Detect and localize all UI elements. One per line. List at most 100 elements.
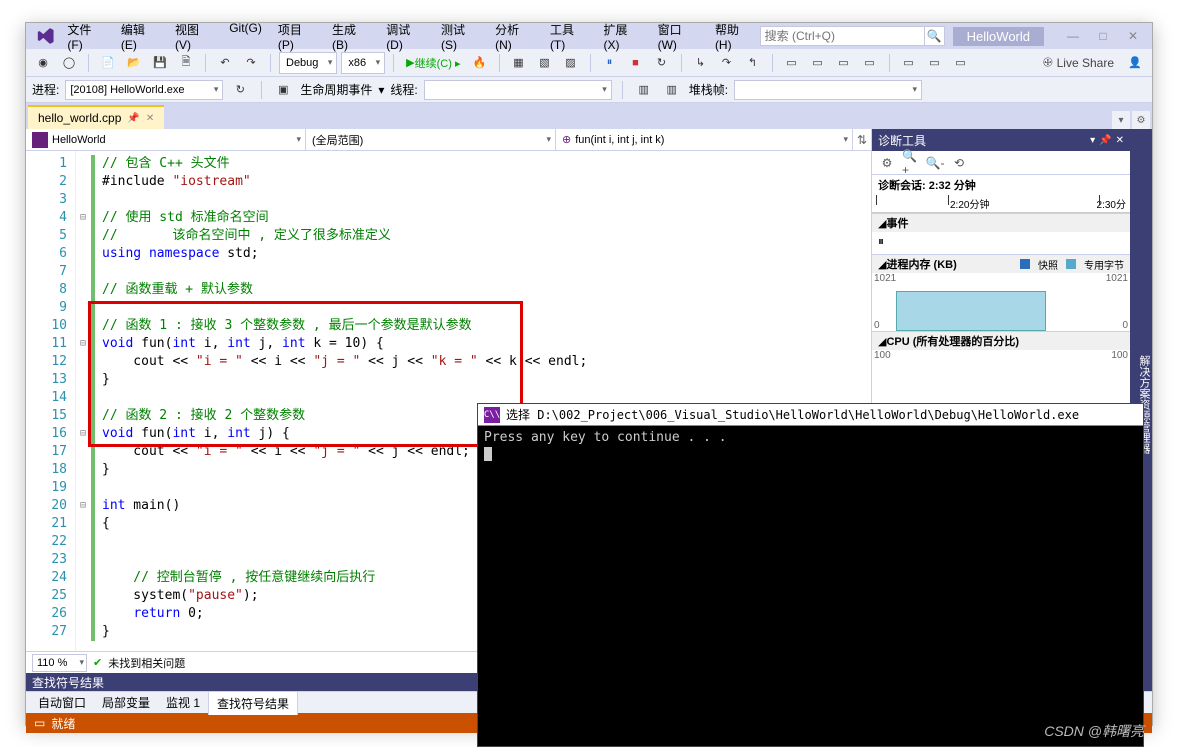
save-button[interactable]: 💾 — [149, 52, 171, 74]
console-titlebar[interactable]: C\\ 选择 D:\002_Project\006_Visual_Studio\… — [478, 404, 1143, 426]
tab-locals[interactable]: 局部变量 — [94, 691, 158, 714]
step-over-icon[interactable]: ↷ — [716, 52, 738, 74]
menu-edit[interactable]: 编辑(E) — [115, 19, 165, 54]
t2-icon[interactable]: ▭ — [807, 52, 829, 74]
t5-icon[interactable]: ▭ — [898, 52, 920, 74]
solution-name: HelloWorld — [953, 27, 1044, 46]
hot-reload-icon[interactable]: 🔥 — [469, 52, 491, 74]
menu-git[interactable]: Git(G) — [223, 19, 268, 54]
config-combo[interactable]: Debug — [279, 52, 337, 74]
cpu-header[interactable]: ◢ CPU (所有处理器的百分比) — [872, 332, 1130, 350]
standard-toolbar: ◉ ◯ 📄 📂 💾 🗎 ↶ ↷ Debug x86 ▶ 继续(C) ▸ 🔥 ▦ … — [26, 49, 1152, 77]
step-out-icon[interactable]: ↰ — [742, 52, 764, 74]
cpu-chart: 100 100 — [872, 350, 1130, 400]
fold-gutter[interactable]: ⊟⊟⊟⊟ — [76, 151, 90, 651]
mem-chart: 1021 1021 0 0 — [872, 273, 1130, 331]
diag-close-icon[interactable]: ✕ — [1116, 135, 1124, 146]
menu-ext[interactable]: 扩展(X) — [597, 19, 647, 54]
diag-gear-icon[interactable]: ⚙ — [878, 154, 896, 172]
tab-watch[interactable]: 监视 1 — [158, 691, 208, 714]
lifecycle-icon[interactable]: ▣ — [272, 79, 294, 101]
t6-icon[interactable]: ▭ — [924, 52, 946, 74]
console-window[interactable]: C\\ 选择 D:\002_Project\006_Visual_Studio\… — [477, 403, 1144, 747]
save-all-button[interactable]: 🗎 — [175, 52, 197, 74]
live-share-button[interactable]: 🕀 Live Share — [1037, 55, 1120, 70]
diag-dropdown-icon[interactable]: ▾ — [1090, 135, 1095, 146]
diag-pin-icon[interactable]: 📌 — [1099, 135, 1111, 146]
cursor-icon — [484, 447, 492, 461]
process-label: 进程: — [32, 81, 59, 98]
menu-test[interactable]: 测试(S) — [435, 19, 485, 54]
lifecycle-label: 生命周期事件 — [300, 81, 372, 98]
restart-icon[interactable]: ↻ — [651, 52, 673, 74]
t4-icon[interactable]: ▭ — [859, 52, 881, 74]
platform-combo[interactable]: x86 — [341, 52, 385, 74]
nav-scope-combo[interactable]: (全局范围) — [306, 129, 556, 150]
redo-button[interactable]: ↷ — [240, 52, 262, 74]
nav-project-combo[interactable]: HelloWorld — [26, 129, 306, 150]
step-into-icon[interactable]: ↳ — [690, 52, 712, 74]
nav-func-combo[interactable]: ⊕fun(int i, int j, int k) — [556, 129, 853, 150]
menu-help[interactable]: 帮助(H) — [709, 19, 760, 54]
tab-autos[interactable]: 自动窗口 — [30, 691, 94, 714]
diag-zoomin-icon[interactable]: 🔍+ — [902, 154, 920, 172]
tab-gear-icon[interactable]: ⚙ — [1132, 111, 1150, 129]
close-button[interactable]: ✕ — [1118, 26, 1148, 46]
issues-ok-icon: ✔ — [93, 656, 102, 669]
new-button[interactable]: 📄 — [97, 52, 119, 74]
nav-fwd-icon[interactable]: ◯ — [58, 52, 80, 74]
menu-window[interactable]: 窗口(W) — [652, 19, 705, 54]
menu-build[interactable]: 生成(B) — [326, 19, 376, 54]
thread-combo[interactable] — [424, 80, 612, 100]
search-input[interactable] — [760, 26, 925, 46]
nav-back-icon[interactable]: ◉ — [32, 52, 54, 74]
maximize-button[interactable]: □ — [1088, 26, 1118, 46]
th1-icon[interactable]: ▥ — [633, 79, 655, 101]
status-icon: ▭ — [34, 716, 45, 730]
th2-icon[interactable]: ▥ — [661, 79, 683, 101]
menu-view[interactable]: 视图(V) — [169, 19, 219, 54]
menu-tools[interactable]: 工具(T) — [544, 19, 594, 54]
process-combo[interactable]: [20108] HelloWorld.exe — [65, 80, 223, 100]
pause-icon[interactable]: ⏸ — [599, 52, 621, 74]
continue-button[interactable]: ▶ 继续(C) ▸ — [402, 52, 464, 74]
nav-swap-icon[interactable]: ⇅ — [853, 129, 871, 150]
diag-reset-icon[interactable]: ⟲ — [950, 154, 968, 172]
p3-icon[interactable]: ▨ — [560, 52, 582, 74]
close-tab-icon[interactable]: ✕ — [146, 113, 154, 124]
menu-project[interactable]: 项目(P) — [272, 19, 322, 54]
console-body[interactable]: Press any key to continue . . . — [478, 426, 1143, 466]
diag-zoomout-icon[interactable]: 🔍- — [926, 154, 944, 172]
snapshot-swatch-icon — [1020, 259, 1030, 269]
pin-icon[interactable]: 📌 — [127, 113, 139, 124]
menu-debug[interactable]: 调试(D) — [380, 19, 431, 54]
console-icon: C\\ — [484, 407, 500, 423]
stack-combo[interactable] — [734, 80, 922, 100]
stop-icon[interactable]: ■ — [625, 52, 647, 74]
open-button[interactable]: 📂 — [123, 52, 145, 74]
document-tabs: hello_world.cpp 📌 ✕ ▾ ⚙ — [26, 103, 1152, 129]
t1-icon[interactable]: ▭ — [781, 52, 803, 74]
events-pause-icon[interactable]: ⏸ — [878, 234, 884, 248]
menu-analyze[interactable]: 分析(N) — [489, 19, 540, 54]
t7-icon[interactable]: ▭ — [950, 52, 972, 74]
undo-button[interactable]: ↶ — [214, 52, 236, 74]
tab-dropdown-icon[interactable]: ▾ — [1112, 111, 1130, 129]
zoom-combo[interactable]: 110 % — [32, 654, 87, 672]
issues-label: 未找到相关问题 — [108, 655, 185, 671]
search-button[interactable]: 🔍 — [925, 26, 945, 46]
tab-hello-world[interactable]: hello_world.cpp 📌 ✕ — [28, 105, 164, 129]
minimize-button[interactable]: — — [1058, 26, 1088, 46]
account-icon[interactable]: 👤 — [1124, 52, 1146, 74]
menu-file[interactable]: 文件(F) — [61, 19, 111, 54]
events-header[interactable]: ◢ 事件 — [872, 214, 1130, 232]
tab-find[interactable]: 查找符号结果 — [208, 691, 298, 715]
refresh-proc-icon[interactable]: ↻ — [229, 79, 251, 101]
p2-icon[interactable]: ▧ — [534, 52, 556, 74]
diag-session: 诊断会话: 2:32 分钟 — [872, 175, 1130, 195]
t3-icon[interactable]: ▭ — [833, 52, 855, 74]
vs-logo-icon — [36, 26, 55, 46]
p1-icon[interactable]: ▦ — [508, 52, 530, 74]
mem-header[interactable]: ◢ 进程内存 (KB) 快照 专用字节 — [872, 255, 1130, 273]
console-title-text: 选择 D:\002_Project\006_Visual_Studio\Hell… — [506, 406, 1079, 423]
